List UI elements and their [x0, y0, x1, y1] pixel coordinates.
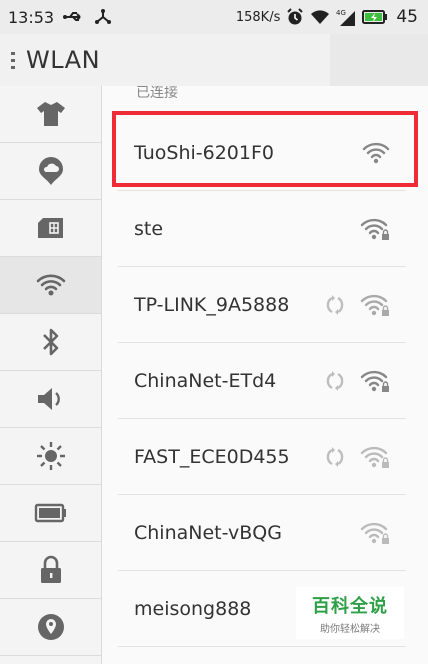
brightness-icon: [36, 442, 65, 470]
svg-text:4G: 4G: [336, 9, 346, 17]
wifi-network-name: ChinaNet-vBQG: [134, 521, 282, 544]
sidebar-item-display[interactable]: [0, 428, 101, 485]
lock-icon: [40, 555, 61, 583]
location-icon: [37, 614, 64, 640]
battery-icon: [362, 9, 388, 25]
cloud-icon: [38, 157, 63, 185]
watermark-logo: 百科全说 助你轻松解决: [296, 587, 404, 639]
refresh-icon: [326, 446, 344, 467]
wifi-icon: [36, 274, 65, 296]
network-speed: 158K/s: [235, 9, 281, 25]
speaker-icon: [37, 388, 60, 410]
page-title: WLAN: [26, 46, 101, 74]
refresh-icon: [326, 294, 344, 315]
status-bar: 13:53 158K/s 4G 45: [0, 0, 428, 34]
wifi-network-name: ChinaNet-ETd4: [134, 369, 277, 392]
sidebar-item-battery[interactable]: [0, 485, 101, 542]
status-time: 13:53: [8, 7, 55, 27]
sidebar-item-bluetooth[interactable]: [0, 314, 101, 371]
wifi-network-row[interactable]: ste: [118, 191, 406, 267]
theme-shirt-icon: [36, 102, 65, 126]
usb-tether-icon: [94, 9, 112, 25]
wifi-network-row[interactable]: TuoShi-6201F0: [118, 115, 406, 191]
refresh-icon: [326, 370, 344, 391]
section-label-connected: 已连接: [136, 86, 178, 101]
sidebar-item-sound[interactable]: [0, 371, 101, 428]
wifi-secured-icon: [360, 294, 389, 316]
battery-icon: [34, 503, 66, 523]
sim-card-icon: [37, 218, 63, 238]
usb-icon: [63, 10, 85, 24]
wifi-network-name: TP-LINK_9A5888: [134, 293, 290, 316]
wifi-network-name: ste: [134, 217, 164, 240]
wifi-secured-icon: [360, 370, 389, 392]
watermark-subtitle: 助你轻松解决: [320, 623, 380, 635]
bluetooth-icon: [42, 328, 58, 356]
wifi-network-row[interactable]: FAST_ECE0D455: [118, 419, 406, 495]
sidebar-item-theme[interactable]: [0, 86, 101, 143]
wifi-network-row[interactable]: TP-LINK_9A5888: [118, 267, 406, 343]
header-action-area: [330, 34, 428, 86]
sidebar-item-location[interactable]: [0, 599, 101, 656]
wifi-secured-icon: [360, 522, 389, 544]
wifi-secured-icon: [360, 218, 389, 240]
wifi-signal-icon: [362, 142, 390, 163]
wifi-network-name: TuoShi-6201F0: [134, 141, 274, 164]
wifi-secured-icon: [360, 446, 389, 468]
sidebar-item-security[interactable]: [0, 542, 101, 599]
wifi-network-name: FAST_ECE0D455: [134, 445, 290, 468]
sidebar-item-wlan[interactable]: [0, 257, 101, 314]
signal-4g-icon: 4G: [336, 8, 356, 26]
watermark-title: 百科全说: [312, 595, 388, 617]
battery-level: 45: [396, 7, 418, 27]
alarm-icon: [286, 8, 304, 26]
wifi-network-row[interactable]: ChinaNet-vBQG: [118, 495, 406, 571]
sidebar-item-sim[interactable]: [0, 200, 101, 257]
drawer-handle-icon[interactable]: [0, 51, 26, 69]
settings-sidebar: [0, 86, 102, 664]
wifi-network-row[interactable]: ChinaNet-ETd4: [118, 343, 406, 419]
app-header: WLAN: [0, 34, 428, 86]
wlan-list-panel: 已连接 TuoShi-6201F0 ste TP-LINK_9A5888 Chi…: [102, 86, 428, 664]
sidebar-item-cloud[interactable]: [0, 143, 101, 200]
wifi-icon: [310, 9, 330, 25]
